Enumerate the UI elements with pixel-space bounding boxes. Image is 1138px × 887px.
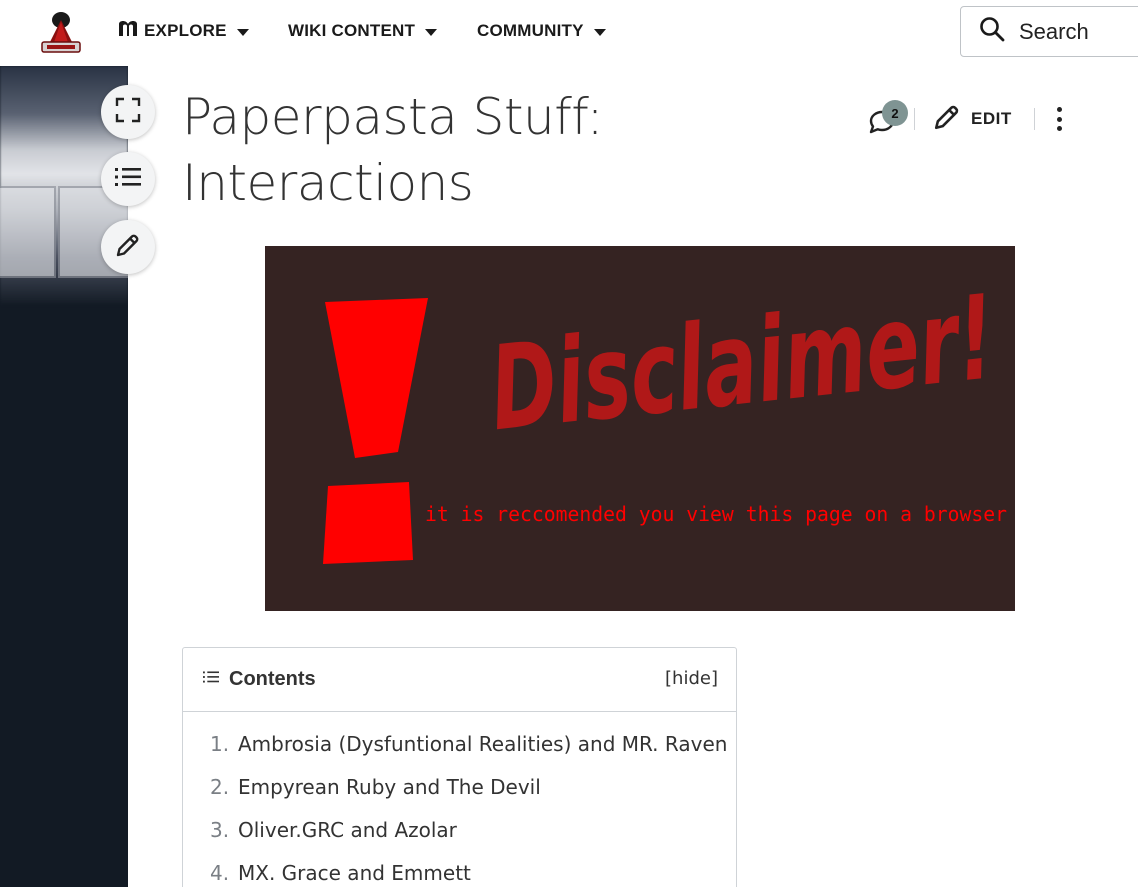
nav-explore[interactable]: EXPLORE: [118, 20, 249, 42]
toc-item-link[interactable]: Ambrosia (Dysfuntional Realities) and MR…: [238, 732, 727, 756]
toc-item-link[interactable]: Oliver.GRC and Azolar: [238, 818, 457, 842]
chevron-down-icon: [593, 28, 606, 36]
nav-wiki-content-label: WIKI CONTENT: [288, 21, 416, 40]
toc-item-link[interactable]: Empyrean Ruby and The Devil: [238, 775, 541, 799]
wiki-logo[interactable]: [38, 8, 84, 56]
chevron-down-icon: [425, 28, 438, 36]
toc-item[interactable]: 3. Oliver.GRC and Azolar: [210, 818, 736, 861]
toc-hide-toggle[interactable]: [hide]: [665, 668, 718, 689]
toc-item[interactable]: 2. Empyrean Ruby and The Devil: [210, 775, 736, 818]
divider: [914, 108, 915, 130]
toc-item-number: 1.: [210, 732, 230, 756]
rail-background-tile: [0, 186, 56, 278]
toc-item[interactable]: 1. Ambrosia (Dysfuntional Realities) and…: [210, 732, 736, 775]
more-dot: [1057, 116, 1063, 122]
nav-community-label: COMMUNITY: [477, 21, 584, 40]
search-label: Search: [1019, 18, 1089, 44]
fullscreen-button[interactable]: [101, 85, 155, 139]
toc-item[interactable]: 4. MX. Grace and Emmett: [210, 861, 736, 887]
toc-item-link[interactable]: MX. Grace and Emmett: [238, 861, 471, 885]
top-navigation: EXPLORE WIKI CONTENT COMMUNITY Search: [0, 0, 1138, 66]
toc-item-number: 3.: [210, 818, 230, 842]
nav-community[interactable]: COMMUNITY: [477, 20, 606, 42]
toc-title: Contents: [229, 668, 316, 690]
page-title-line-2: Interactions: [182, 154, 474, 212]
toc-header: Contents [hide]: [183, 648, 736, 712]
disclaimer-subtext: it is reccomended you view this page on …: [425, 502, 1007, 526]
nav-explore-label: EXPLORE: [144, 21, 227, 40]
expand-icon: [115, 97, 141, 128]
comments-button[interactable]: 2: [868, 100, 908, 136]
disclaimer-image: Disclaimer! it is reccomended you view t…: [265, 246, 1015, 611]
more-dot: [1057, 107, 1063, 112]
toc-hide-link[interactable]: hide: [672, 668, 711, 689]
nav-wiki-content[interactable]: WIKI CONTENT: [288, 20, 438, 42]
edit-label: EDIT: [971, 109, 1012, 128]
pencil-icon: [115, 232, 141, 263]
comment-count-badge: 2: [882, 100, 908, 126]
page-title-line-1: Paperpasta Stuff:: [182, 88, 603, 146]
disclaimer-heading: Disclaimer!: [484, 270, 1000, 457]
table-of-contents-button[interactable]: [101, 152, 155, 206]
pencil-icon: [933, 103, 961, 136]
divider: [1033, 108, 1035, 130]
page-actions: 2 EDIT: [868, 96, 1065, 142]
more-options-button[interactable]: [1055, 104, 1065, 134]
toc-list: 1. Ambrosia (Dysfuntional Realities) and…: [183, 712, 736, 887]
chevron-down-icon: [236, 28, 249, 36]
search-icon: [979, 16, 1005, 47]
toc-item-number: 2.: [210, 775, 230, 799]
edit-button[interactable]: EDIT: [933, 103, 1012, 136]
book-icon: [118, 20, 138, 43]
list-icon: [115, 166, 141, 193]
toc-item-number: 4.: [210, 861, 230, 885]
search-input[interactable]: Search: [960, 6, 1138, 57]
exclamation-bar: [325, 298, 428, 458]
more-dot: [1057, 126, 1063, 131]
exclamation-dot: [323, 482, 413, 564]
edit-tool-button[interactable]: [101, 220, 155, 274]
disclaimer-graphic: Disclaimer! it is reccomended you view t…: [323, 270, 1007, 564]
table-of-contents: Contents [hide] 1. Ambrosia (Dysfuntiona…: [182, 647, 737, 887]
page-title: Paperpasta Stuff: Interactions: [182, 84, 742, 216]
list-icon: [203, 669, 219, 690]
